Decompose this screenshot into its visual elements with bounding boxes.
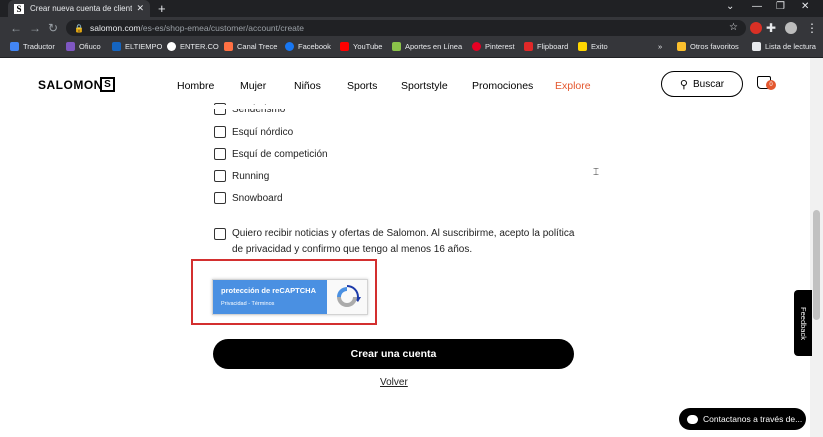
nav-sportstyle[interactable]: Sportstyle bbox=[401, 80, 448, 92]
reading-list[interactable]: Lista de lectura bbox=[752, 42, 816, 51]
chat-button[interactable]: Contactanos a través de... bbox=[679, 408, 806, 430]
exito-icon bbox=[578, 42, 587, 51]
checkbox-option[interactable]: Esquí nórdico bbox=[214, 126, 293, 138]
url-domain: salomon.com bbox=[89, 23, 141, 33]
youtube-icon bbox=[340, 42, 349, 51]
recaptcha-logo-icon bbox=[337, 285, 361, 307]
menu-dots-icon[interactable]: ⋮ bbox=[806, 21, 818, 35]
reading-list-icon bbox=[752, 42, 761, 51]
forward-arrow-icon[interactable]: → bbox=[29, 21, 41, 35]
checkbox-option[interactable]: Snowboard bbox=[214, 192, 283, 204]
site-header: SALOMON S Hombre Mujer Niños Sports Spor… bbox=[0, 58, 810, 105]
reload-icon[interactable]: ↻ bbox=[48, 21, 58, 35]
back-link[interactable]: Volver bbox=[380, 377, 408, 388]
new-tab-icon[interactable]: + bbox=[158, 1, 166, 16]
browser-tabstrip: S Crear nueva cuenta de cliente ✕ + ⌄ — … bbox=[0, 0, 823, 17]
option-label: Snowboard bbox=[232, 192, 283, 204]
tab-title: Crear nueva cuenta de cliente bbox=[30, 4, 133, 13]
search-button[interactable]: ⚲ Buscar bbox=[661, 71, 743, 97]
bookmark-item[interactable]: Pinterest bbox=[472, 42, 515, 51]
minimize-icon[interactable]: — bbox=[752, 1, 762, 12]
translate-icon bbox=[10, 42, 19, 51]
profile-avatar[interactable] bbox=[785, 22, 797, 34]
bookmark-item[interactable]: Ofiuco bbox=[66, 42, 101, 51]
flipboard-icon bbox=[524, 42, 533, 51]
canal-trece-icon bbox=[224, 42, 233, 51]
bookmark-star-icon[interactable]: ☆ bbox=[729, 22, 738, 33]
bookmarks-bar: Traductor Ofiuco ELTIEMPO ENTER.CO Canal… bbox=[0, 39, 823, 58]
mouse-cursor-icon: ⌶ bbox=[593, 167, 599, 178]
header-shadow-mask bbox=[0, 105, 810, 109]
nav-promociones[interactable]: Promociones bbox=[472, 80, 533, 92]
nav-sports[interactable]: Sports bbox=[347, 80, 377, 92]
bookmark-item[interactable]: ENTER.CO bbox=[167, 42, 219, 51]
checkbox-option[interactable]: Esquí de competición bbox=[214, 148, 328, 160]
recaptcha-badge[interactable]: protección de reCAPTCHA Privacidad - Tér… bbox=[212, 279, 368, 315]
salomon-logo-mark-icon[interactable]: S bbox=[100, 77, 115, 92]
bookmark-folder-other[interactable]: Otros favoritos bbox=[677, 42, 739, 51]
bookmark-item[interactable]: Aportes en Línea bbox=[392, 42, 462, 51]
bookmarks-more-icon[interactable]: » bbox=[658, 42, 662, 51]
recaptcha-links[interactable]: Privacidad - Términos bbox=[221, 301, 327, 307]
chat-bubble-icon bbox=[687, 414, 698, 424]
search-icon: ⚲ bbox=[679, 78, 688, 91]
ofiuco-icon bbox=[66, 42, 75, 51]
recaptcha-title: protección de reCAPTCHA bbox=[221, 286, 317, 295]
checkbox[interactable] bbox=[214, 170, 226, 182]
option-label: Esquí nórdico bbox=[232, 126, 294, 138]
bookmark-item[interactable]: Traductor bbox=[10, 42, 55, 51]
option-label: Esquí de competición bbox=[232, 148, 328, 160]
browser-toolbar: ← → ↻ 🔒 salomon.com /es-es/shop-emea/cus… bbox=[0, 17, 823, 39]
close-tab-icon[interactable]: ✕ bbox=[136, 3, 144, 14]
checkbox[interactable] bbox=[214, 148, 226, 160]
url-path: /es-es/shop-emea/customer/account/create bbox=[140, 23, 304, 33]
create-account-button[interactable]: Crear una cuenta bbox=[213, 339, 574, 369]
back-arrow-icon[interactable]: ← bbox=[10, 21, 22, 35]
checkbox-option[interactable]: Running bbox=[214, 170, 269, 182]
scrollbar-thumb[interactable] bbox=[813, 210, 820, 320]
checkbox[interactable] bbox=[214, 192, 226, 204]
cart-count-badge: 0 bbox=[766, 80, 776, 90]
feedback-tab[interactable]: Feedback bbox=[794, 290, 812, 356]
nav-mujer[interactable]: Mujer bbox=[240, 80, 266, 92]
globe-icon bbox=[167, 42, 176, 51]
newsletter-consent[interactable]: Quiero recibir noticias y ofertas de Sal… bbox=[214, 226, 584, 258]
consent-text: Quiero recibir noticias y ofertas de Sal… bbox=[232, 228, 575, 255]
nav-hombre[interactable]: Hombre bbox=[177, 80, 214, 92]
bookmark-item[interactable]: ELTIEMPO bbox=[112, 42, 162, 51]
pinterest-icon bbox=[472, 42, 481, 51]
aportes-icon bbox=[392, 42, 401, 51]
eltiempo-icon bbox=[112, 42, 121, 51]
consent-checkbox[interactable] bbox=[214, 228, 226, 240]
nav-ninos[interactable]: Niños bbox=[294, 80, 321, 92]
extensions-puzzle-icon[interactable]: ✚ bbox=[766, 21, 776, 35]
bookmark-item[interactable]: YouTube bbox=[340, 42, 382, 51]
bookmark-item[interactable]: Exito bbox=[578, 42, 608, 51]
search-label: Buscar bbox=[692, 78, 725, 90]
folder-icon bbox=[677, 42, 686, 51]
tab-active[interactable]: S Crear nueva cuenta de cliente ✕ bbox=[8, 0, 150, 17]
salomon-favicon-icon: S bbox=[14, 3, 24, 14]
bookmark-item[interactable]: Flipboard bbox=[524, 42, 568, 51]
facebook-icon bbox=[285, 42, 294, 51]
close-window-icon[interactable]: ✕ bbox=[801, 1, 809, 12]
tab-search-icon[interactable]: ⌄ bbox=[726, 1, 734, 12]
checkbox[interactable] bbox=[214, 126, 226, 138]
recaptcha-info-panel: protección de reCAPTCHA Privacidad - Tér… bbox=[213, 280, 327, 314]
option-label: Running bbox=[232, 170, 270, 182]
nav-explore[interactable]: Explore bbox=[555, 80, 591, 92]
salomon-logo[interactable]: SALOMON bbox=[38, 78, 103, 92]
address-bar[interactable]: 🔒 salomon.com /es-es/shop-emea/customer/… bbox=[66, 20, 746, 36]
lock-icon: 🔒 bbox=[74, 23, 84, 33]
feedback-label: Feedback bbox=[798, 306, 808, 340]
chat-label: Contactanos a través de... bbox=[703, 414, 803, 424]
maximize-icon[interactable]: ❐ bbox=[776, 1, 785, 12]
extension-icon[interactable] bbox=[750, 22, 762, 34]
bookmark-item[interactable]: Canal Trece bbox=[224, 42, 277, 51]
bookmark-item[interactable]: Facebook bbox=[285, 42, 331, 51]
